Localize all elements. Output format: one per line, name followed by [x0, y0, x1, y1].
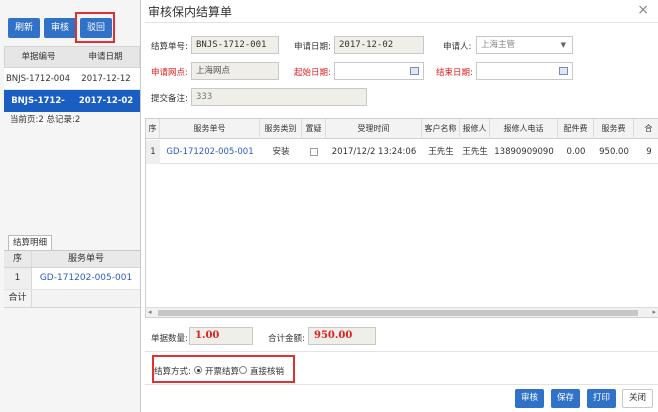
column-header[interactable]: 合 — [634, 119, 658, 139]
service-no-link[interactable]: GD-171202-005-001 — [32, 268, 140, 289]
doubt-checkbox[interactable] — [310, 147, 318, 156]
table-row-selected[interactable]: BNJS-1712-001 2017-12-02 — [4, 90, 140, 128]
review-submit-button[interactable]: 审核 — [515, 389, 545, 408]
refresh-button[interactable]: 刷新 — [8, 18, 41, 38]
applicant-value: 上海主管 — [481, 40, 516, 50]
column-header[interactable]: 申请日期 — [72, 47, 139, 67]
table-row[interactable]: 1 GD-171202-005-001 — [4, 268, 140, 290]
doubt-checkbox-cell — [302, 140, 326, 164]
column-header[interactable]: 受理时间 — [326, 119, 422, 139]
customer-name: 王先生 — [428, 147, 454, 157]
review-dialog: 审核保内结算单 × 结算单号: BNJS-1712-001 申请日期: 2017… — [140, 0, 658, 412]
end-date-label: 结束日期: — [436, 68, 473, 78]
service-grid: 序 服务单号 服务类别 置疑 受理时间 客户名称 报修人 报修人电话 配件费 服… — [145, 118, 658, 318]
qty-label: 单据数量: — [151, 334, 188, 344]
review-button[interactable]: 审核 — [44, 18, 77, 38]
total-label: 合计金额: — [268, 334, 305, 344]
total-cell: 9 — [646, 147, 652, 157]
close-icon[interactable]: × — [637, 2, 649, 18]
remark-label: 提交备注: — [151, 94, 188, 104]
column-header[interactable]: 置疑 — [302, 119, 326, 139]
grid-header: 序 服务单号 服务类别 置疑 受理时间 客户名称 报修人 报修人电话 配件费 服… — [146, 119, 658, 139]
row-index: 1 — [4, 268, 32, 289]
parts-fee: 0.00 — [566, 147, 586, 157]
scroll-left-icon[interactable]: ◂ — [148, 308, 152, 316]
highlight-box — [75, 12, 115, 43]
table-row[interactable]: 1 GD-171202-005-001 安装 2017/12/2 13:24:0… — [146, 140, 658, 164]
summary-row: 合计 — [4, 290, 140, 308]
scroll-right-icon[interactable]: ▸ — [652, 308, 656, 316]
divider — [145, 351, 658, 352]
detail-grid: 序 服务单号 1 GD-171202-005-001 合计 — [4, 250, 140, 308]
close-button[interactable]: 关闭 — [622, 389, 654, 408]
column-header: 序 — [146, 119, 160, 139]
column-header[interactable]: 单据编号 — [5, 47, 72, 67]
calendar-icon[interactable] — [410, 67, 419, 75]
bill-no-label: 结算单号: — [151, 42, 188, 52]
save-button[interactable]: 保存 — [551, 389, 581, 408]
start-date-field[interactable] — [334, 62, 424, 80]
divider — [145, 22, 658, 23]
column-header[interactable]: 服务费 — [594, 119, 634, 139]
scroll-thumb[interactable] — [158, 310, 638, 316]
dialog-title: 审核保内结算单 — [148, 5, 233, 19]
column-header[interactable]: 服务单号 — [160, 119, 260, 139]
radio-invoice-label[interactable]: 开票结算 — [205, 365, 239, 377]
radio-writeoff[interactable] — [239, 366, 247, 374]
start-date-label: 起始日期: — [294, 68, 331, 78]
service-type: 安装 — [272, 147, 290, 157]
calendar-icon[interactable] — [559, 67, 568, 75]
table-cell: BNJS-1712-004 — [5, 74, 71, 84]
column-header[interactable]: 服务类别 — [260, 119, 302, 139]
column-header[interactable]: 报修人电话 — [490, 119, 558, 139]
applicant-label: 申请人: — [443, 42, 472, 52]
accept-time: 2017/12/2 13:24:06 — [331, 147, 417, 157]
table-cell: BNJS-1712-001 — [11, 96, 65, 128]
table-row[interactable]: BNJS-1712-004 2017-12-12 — [4, 68, 140, 90]
bill-no-field[interactable]: BNJS-1712-001 — [191, 36, 279, 54]
service-fee: 950.00 — [599, 147, 629, 157]
applicant-select[interactable]: 上海主管 ▼ — [476, 36, 573, 54]
horizontal-scrollbar[interactable]: ◂ ▸ — [146, 307, 658, 317]
end-date-field[interactable] — [476, 62, 573, 80]
total-field: 950.00 — [308, 327, 376, 345]
summary-label: 合计 — [4, 290, 32, 307]
column-header: 序 — [4, 251, 32, 267]
outlet-label: 申请网点: — [151, 68, 188, 78]
table-cell: 2017-12-12 — [81, 74, 131, 84]
list-header: 单据编号 申请日期 — [4, 46, 140, 68]
chevron-down-icon: ▼ — [560, 41, 566, 49]
reporter-phone: 13890909090 — [494, 147, 554, 157]
remark-field[interactable]: 333 — [191, 88, 367, 106]
background-page: 刷新 审核 驳回 单据编号 申请日期 BNJS-1712-004 2017-12… — [0, 0, 140, 412]
radio-writeoff-label[interactable]: 直接核销 — [250, 365, 284, 377]
reporter: 王先生 — [462, 147, 488, 157]
divider — [145, 384, 658, 385]
column-header[interactable]: 报修人 — [460, 119, 490, 139]
row-index: 1 — [146, 140, 160, 164]
apply-date-field[interactable]: 2017-12-02 — [334, 36, 424, 54]
qty-field: 1.00 — [189, 327, 253, 345]
summary-value — [32, 290, 140, 307]
service-no-link[interactable]: GD-171202-005-001 — [160, 140, 260, 164]
tab-settlement-detail[interactable]: 结算明细 — [8, 235, 52, 251]
column-header: 服务单号 — [67, 254, 104, 264]
outlet-field[interactable]: 上海网点 — [191, 62, 279, 80]
radio-invoice[interactable] — [194, 366, 202, 374]
print-button[interactable]: 打印 — [587, 389, 617, 408]
settle-label: 结算方式: — [154, 367, 191, 377]
apply-date-label: 申请日期: — [294, 42, 331, 52]
column-header[interactable]: 配件费 — [558, 119, 594, 139]
detail-header: 序 服务单号 — [4, 251, 140, 268]
pager-info: 当前页:2 总记录:2 — [10, 115, 81, 125]
column-header[interactable]: 客户名称 — [422, 119, 460, 139]
table-cell: 2017-12-02 — [78, 96, 134, 106]
